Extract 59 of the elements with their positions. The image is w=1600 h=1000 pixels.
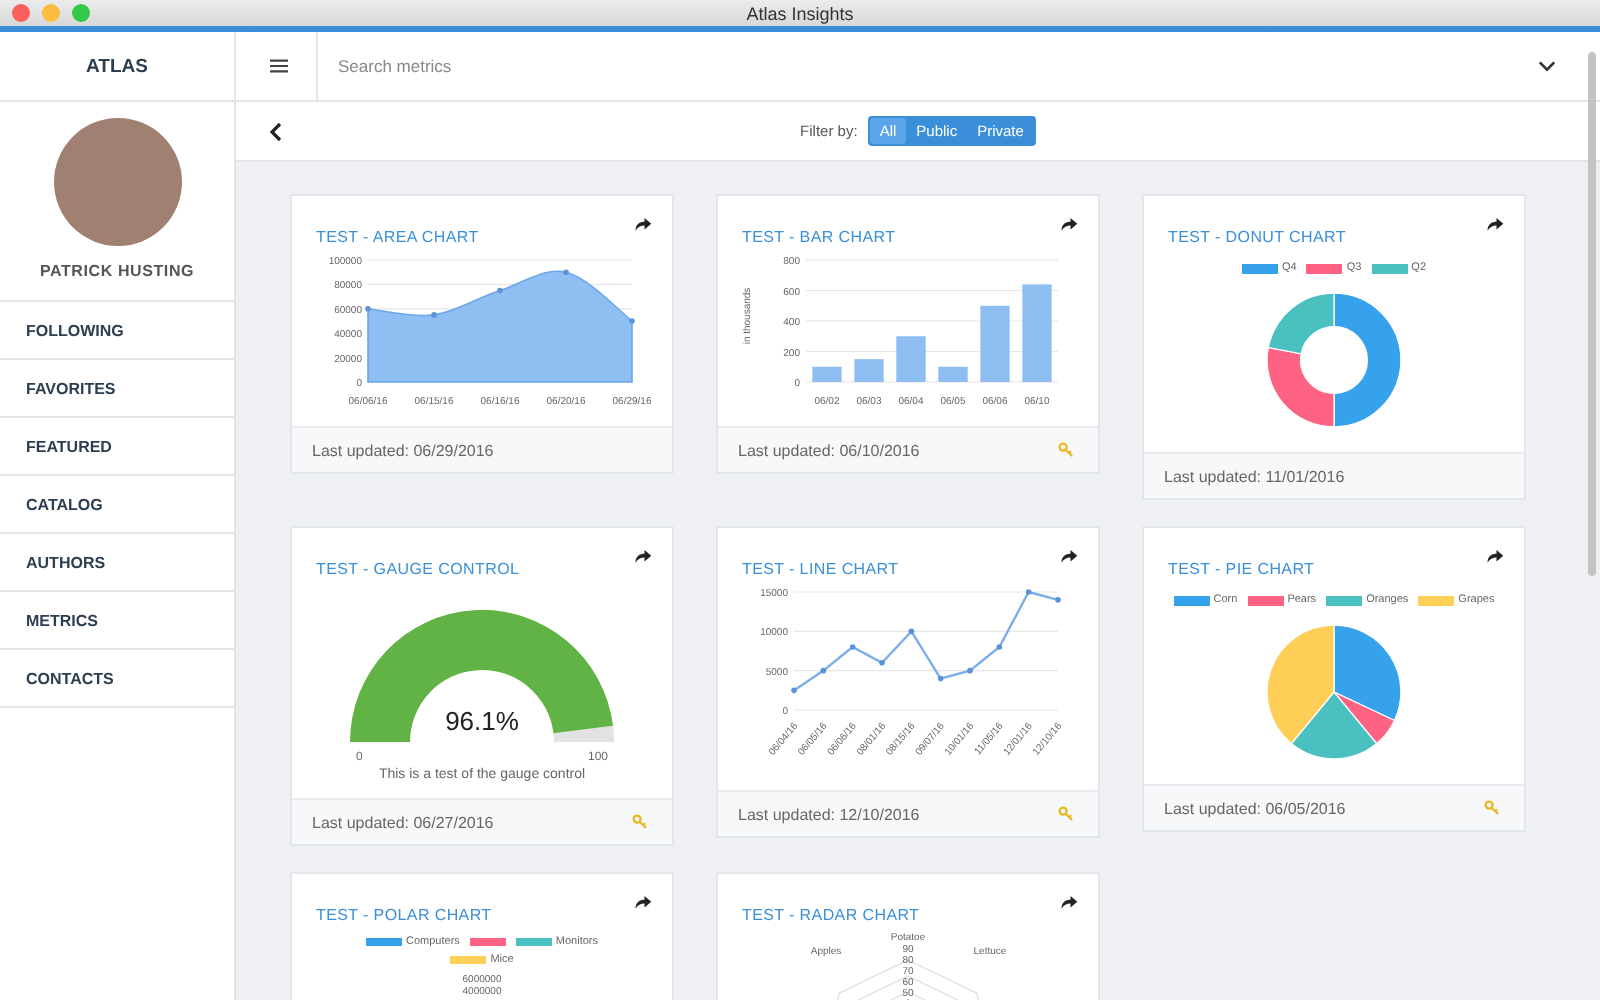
data-point [365, 306, 371, 312]
data-point [791, 687, 797, 694]
window-title: Atlas Insights [746, 3, 854, 23]
nav-item[interactable]: FEATURED [0, 418, 234, 476]
card-title: TEST - RADAR CHART [742, 906, 920, 924]
bar [896, 336, 926, 382]
nav-item[interactable]: AUTHORS [0, 534, 234, 592]
bar [980, 305, 1010, 382]
share-icon[interactable] [1486, 216, 1504, 232]
share-icon[interactable] [1486, 548, 1504, 564]
share-icon[interactable] [634, 548, 652, 564]
bar [1022, 284, 1052, 382]
data-point [497, 287, 503, 294]
card-title: TEST - LINE CHART [742, 560, 899, 578]
data-point [849, 644, 856, 650]
gauge-value: 96.1% [445, 706, 519, 736]
user-name: PATRICK HUSTING [39, 262, 195, 280]
data-point [967, 667, 973, 674]
nav-item[interactable]: CATALOG [0, 476, 234, 534]
last-updated-text: Last updated: 06/27/2016 [312, 813, 494, 831]
data-point [431, 312, 437, 318]
menu-icon[interactable] [270, 58, 288, 74]
data-point [820, 667, 827, 674]
nav-item[interactable]: CONTACTS [0, 650, 234, 708]
last-updated-text: Last updated: 11/01/2016 [1164, 467, 1345, 485]
gauge-track [553, 725, 614, 742]
last-updated-text: Last updated: 12/10/2016 [738, 805, 920, 823]
data-point [937, 675, 944, 682]
search-field[interactable]: Search metrics [316, 32, 1518, 100]
data-point [879, 660, 885, 666]
last-updated-text: Last updated: 06/10/2016 [738, 441, 920, 459]
card-title: TEST - BAR CHART [742, 228, 896, 246]
data-point [908, 628, 915, 635]
brand-logo[interactable]: ATLAS [0, 32, 234, 102]
nav-item[interactable]: FOLLOWING [0, 302, 234, 360]
data-point [563, 269, 569, 275]
card-title: TEST - GAUGE CONTROL [316, 560, 520, 578]
data-point [996, 644, 1003, 650]
share-icon[interactable] [634, 216, 652, 232]
card-title: TEST - DONUT CHART [1168, 228, 1346, 246]
share-icon[interactable] [1060, 216, 1078, 232]
share-icon[interactable] [1060, 894, 1078, 910]
last-updated-text: Last updated: 06/29/2016 [312, 441, 494, 459]
bar [938, 366, 968, 382]
data-point [629, 318, 635, 324]
bar [854, 359, 884, 382]
nav-item[interactable]: FAVORITES [0, 360, 234, 418]
share-icon[interactable] [1060, 548, 1078, 564]
data-point [1055, 597, 1061, 603]
nav-item[interactable]: METRICS [0, 592, 234, 650]
bar [812, 366, 842, 382]
card-title: TEST - POLAR CHART [316, 906, 492, 924]
card-title: TEST - PIE CHART [1168, 560, 1315, 578]
chevron-down-icon[interactable] [1538, 60, 1556, 72]
scrollbar[interactable] [1588, 52, 1596, 576]
card-title: TEST - AREA CHART [316, 228, 479, 246]
share-icon[interactable] [634, 894, 652, 910]
data-point [1025, 589, 1032, 595]
last-updated-text: Last updated: 06/05/2016 [1164, 799, 1346, 817]
